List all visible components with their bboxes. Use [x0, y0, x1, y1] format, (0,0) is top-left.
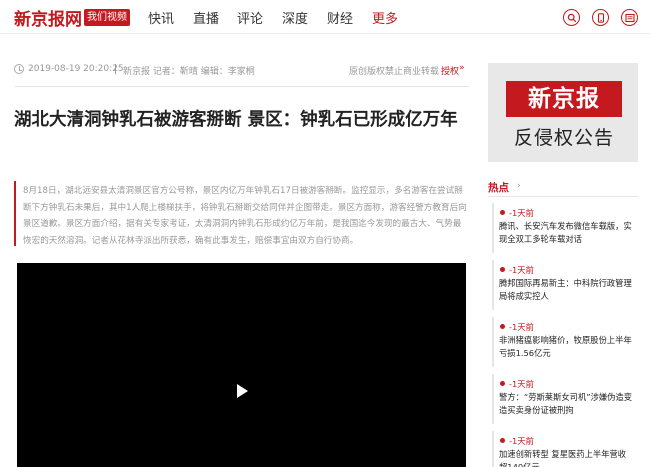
article-title: 湖北大清洞钟乳石被游客掰断 景区：钟乳石已形成亿万年 [14, 110, 458, 130]
hot-item-dot [500, 267, 505, 272]
hot-item-dot [500, 210, 505, 215]
video-player[interactable] [17, 263, 466, 467]
hot-item-time: -1天前 [509, 265, 534, 275]
site-logo[interactable]: 新京报网 [14, 5, 82, 30]
hot-item-headline[interactable]: 警方：“劳斯莱斯女司机”涉嫌伪造变造买卖身份证被刑拘 [499, 391, 634, 416]
mobile-app-button[interactable] [592, 9, 609, 26]
meta-divider [14, 86, 469, 87]
copyright-notice: 原创版权禁止商业转载 [349, 67, 440, 77]
epaper-button[interactable] [621, 9, 638, 26]
chevron-right-icon: › [517, 181, 521, 191]
hot-item-headline[interactable]: 腾讯、长安汽车发布微信车载版，实现全双工多轮车载对话 [499, 220, 634, 245]
hot-item-time: -1天前 [509, 322, 534, 332]
banner-caption: 反侵权公告 [513, 127, 614, 149]
mobile-icon [597, 13, 605, 23]
hot-item-headline[interactable]: 非洲猪瘟影响猪价，牧原股份上半年亏损1.56亿元 [499, 334, 634, 359]
nav-item-depth[interactable]: 深度 [282, 8, 308, 27]
double-chevron-right-icon: » [459, 63, 465, 73]
video-channel-badge[interactable]: 我们视频 [84, 9, 130, 26]
hot-item-dot [500, 381, 505, 386]
hot-item-time: -1天前 [509, 379, 534, 389]
hot-item-headline[interactable]: 加速创新转型 复星医药上半年营收超140亿元 [499, 448, 634, 467]
hot-item-time: -1天前 [509, 436, 534, 446]
search-button[interactable] [563, 9, 580, 26]
summary-accent-bar [14, 181, 16, 246]
newspaper-icon [625, 13, 635, 23]
article-summary: 8月18日，湖北远安县太清洞景区官方公号称，景区内亿万年钟乳石17日被游客掰断。… [23, 186, 467, 246]
license-link[interactable]: 授权 [441, 64, 459, 77]
hot-item-headline[interactable]: 腾邦国际再易新主：中科院行政管理局将成实控人 [499, 277, 634, 302]
nav-item-finance[interactable]: 财经 [327, 8, 353, 27]
top-nav-bar: 新京报网 我们视频 快讯 直播 评论 深度 财经 更多 [0, 0, 650, 34]
banner-logo: 新京报 [506, 81, 622, 117]
hot-item-time: -1天前 [509, 208, 534, 218]
hot-item-dot [500, 438, 505, 443]
nav-item-live[interactable]: 直播 [193, 8, 219, 27]
nav-item-more[interactable]: 更多 [372, 8, 398, 27]
meta-separator [115, 64, 116, 74]
clock-icon [14, 64, 24, 74]
nav-item-comment[interactable]: 评论 [237, 8, 263, 27]
publish-time: 2019-08-19 20:20:25 [28, 64, 124, 74]
nav-item-flash[interactable]: 快讯 [148, 8, 174, 27]
search-icon [567, 13, 577, 23]
hot-section-divider [488, 196, 638, 197]
play-icon[interactable] [237, 384, 248, 398]
hot-item-dot [500, 324, 505, 329]
hot-section-title[interactable]: 热点 [488, 180, 509, 195]
article-byline: 新京报 记者：靳晴 编辑：李家桐 [123, 67, 255, 77]
